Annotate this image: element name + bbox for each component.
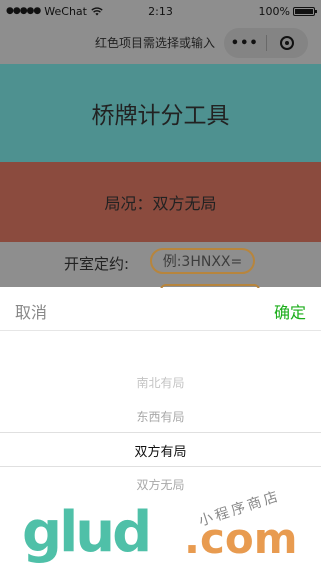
battery-fill: [295, 8, 313, 14]
contract-label: 开室定约:: [64, 255, 130, 273]
selection-line-top: [0, 432, 321, 433]
watermark: glud .com 小程序商店: [22, 488, 312, 573]
selection-line-bottom: [0, 466, 321, 467]
status-right: 100%: [258, 4, 317, 18]
wifi-icon: [91, 6, 103, 15]
contract-input[interactable]: 例:3HNXX=: [150, 248, 255, 274]
signal-icon: ●●●●●: [6, 6, 41, 16]
picker-header: 取消 确定: [0, 288, 321, 331]
cancel-button[interactable]: 取消: [15, 299, 47, 323]
more-icon[interactable]: •••: [224, 36, 266, 51]
carrier-label: WeChat: [44, 4, 87, 18]
picker-option[interactable]: 南北有局: [0, 374, 321, 391]
battery-icon: [293, 6, 317, 16]
vulnerability-banner[interactable]: 局况：双方无局: [0, 162, 321, 242]
watermark-logo: glud: [22, 500, 152, 565]
close-target-icon: [280, 36, 295, 50]
battery-percent: 100%: [258, 4, 290, 18]
confirm-button[interactable]: 确定: [274, 299, 306, 323]
menu-capsule: •••: [224, 28, 308, 58]
picker-option[interactable]: 东西有局: [0, 408, 321, 425]
close-button[interactable]: [266, 36, 308, 50]
status-bar: ●●●●● WeChat 2:13 100%: [0, 0, 321, 22]
status-left: ●●●●● WeChat: [6, 5, 103, 18]
app-title-banner: 桥牌计分工具: [0, 64, 321, 162]
picker-option-selected[interactable]: 双方有局: [0, 441, 321, 460]
page-title: 红色项目需选择或输入: [95, 36, 216, 50]
app-title: 桥牌计分工具: [91, 103, 230, 129]
vulnerability-status: 局况：双方无局: [104, 194, 217, 213]
